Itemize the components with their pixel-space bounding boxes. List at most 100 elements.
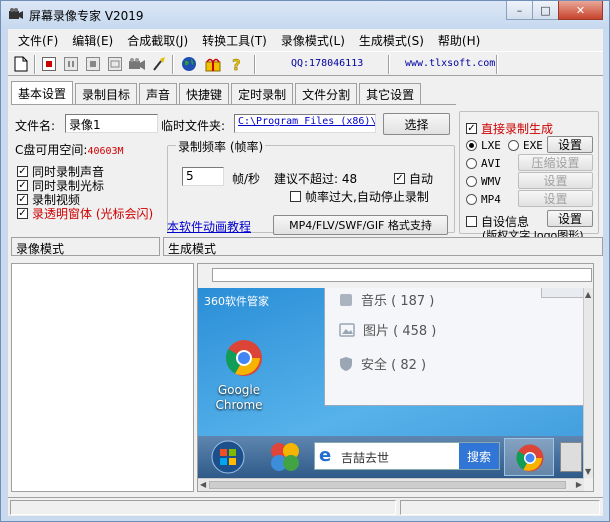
- format-exe-radio[interactable]: EXE: [508, 139, 543, 152]
- scroll-up-icon[interactable]: ▲: [585, 290, 591, 299]
- custom-info-settings-button[interactable]: 设置: [547, 210, 593, 227]
- scroll-left-icon[interactable]: ◀: [200, 480, 206, 489]
- scroll-down-icon[interactable]: ▼: [585, 467, 591, 476]
- minimize-button[interactable]: –: [506, 1, 533, 20]
- shield-icon: [340, 356, 352, 371]
- gen-mode-bar[interactable]: 生成模式: [163, 237, 603, 256]
- menu-compose[interactable]: 合成截取(J): [120, 29, 195, 49]
- menu-edit[interactable]: 编辑(E): [65, 29, 120, 49]
- help-icon[interactable]: ?: [228, 55, 246, 73]
- maximize-button[interactable]: □: [532, 1, 559, 20]
- radio-circle[interactable]: [466, 158, 477, 169]
- horizontal-scroll-thumb[interactable]: [209, 481, 566, 489]
- close-button[interactable]: ✕: [558, 1, 603, 20]
- menu-help[interactable]: 帮助(H): [431, 29, 487, 49]
- pause-icon[interactable]: [62, 55, 80, 73]
- tab-file-split[interactable]: 文件分割: [295, 83, 358, 104]
- security-label: 安全 ( 82 ): [361, 358, 427, 373]
- mp4-settings-button[interactable]: 设置: [518, 190, 593, 207]
- status-cell-secondary: [400, 500, 600, 515]
- gift-icon[interactable]: [204, 55, 222, 73]
- record-transparent-checkbox[interactable]: ✓ 录透明窗体 (光标会闪): [17, 205, 153, 222]
- tab-basic[interactable]: 基本设置: [11, 81, 74, 104]
- tutorial-link[interactable]: 本软件动画教程: [167, 218, 251, 235]
- tab-hotkeys[interactable]: 快捷键: [179, 83, 230, 104]
- auto-stop-checkbox[interactable]: 帧率过大,自动停止录制: [290, 188, 429, 205]
- fps-input[interactable]: 5: [182, 167, 224, 186]
- record-icon[interactable]: [40, 55, 58, 73]
- picture-icon: [339, 322, 355, 337]
- radio-circle[interactable]: [466, 140, 477, 151]
- filename-input[interactable]: 录像1: [65, 114, 158, 133]
- tab-schedule[interactable]: 定时录制: [231, 83, 294, 104]
- format-lxe-radio[interactable]: LXE: [466, 139, 501, 152]
- settings-tabs: 基本设置 录制目标 声音 快捷键 定时录制 文件分割 其它设置: [11, 81, 423, 104]
- explorer-window: 音乐 ( 187 ) 图片 ( 458 ) 安全 ( 82 ): [324, 288, 584, 406]
- menu-file[interactable]: 文件(F): [11, 29, 65, 49]
- scroll-right-icon[interactable]: ▶: [576, 480, 582, 489]
- format-wmv-label: WMV: [481, 175, 501, 188]
- music-label: 音乐 ( 187 ): [361, 294, 435, 309]
- tempdir-input[interactable]: C:\Program Files (x86)\: [234, 114, 376, 133]
- start-orb-icon: [211, 440, 245, 474]
- toolbar: ? QQ:178046113 www.tlxsoft.com: [8, 51, 603, 76]
- fps-group-title: 录制频率 (帧率): [176, 138, 266, 155]
- record-mode-bar[interactable]: 录像模式: [11, 237, 160, 256]
- filename-label: 文件名:: [15, 119, 56, 133]
- pictures-label: 图片 ( 458 ): [363, 324, 437, 339]
- window-title: 屏幕录像专家 V2019: [29, 9, 144, 23]
- client-area: 文件(F) 编辑(E) 合成截取(J) 转换工具(T) 录像模式(L) 生成模式…: [8, 29, 603, 516]
- globe-icon[interactable]: [180, 55, 198, 73]
- music-icon: [340, 293, 352, 306]
- menu-convert[interactable]: 转换工具(T): [195, 29, 274, 49]
- wmv-settings-button[interactable]: 设置: [518, 172, 593, 189]
- preview-horizontal-scrollbar[interactable]: ◀ ▶: [198, 478, 584, 491]
- disk-space-caption: C盘可用空间:: [15, 143, 88, 157]
- chrome-taskbar-icon: [516, 444, 544, 472]
- svg-text:?: ?: [232, 56, 241, 72]
- checkbox-box[interactable]: [290, 191, 301, 202]
- new-file-icon[interactable]: [12, 55, 30, 73]
- checkbox-box[interactable]: ✓: [17, 194, 28, 205]
- checkbox-box[interactable]: ✓: [17, 166, 28, 177]
- play-icon[interactable]: [106, 55, 124, 73]
- radio-circle[interactable]: [508, 140, 519, 151]
- fps-max-hint: 建议不超过: 48: [274, 172, 358, 186]
- checkbox-box[interactable]: ✓: [17, 180, 28, 191]
- tab-sound[interactable]: 声音: [139, 83, 178, 104]
- preview-vertical-scrollbar[interactable]: ▲ ▼: [583, 288, 593, 478]
- format-support-button[interactable]: MP4/FLV/SWF/GIF 格式支持: [273, 215, 448, 235]
- checkbox-box[interactable]: [466, 216, 477, 227]
- app-camera-icon: [9, 8, 23, 19]
- compress-settings-button[interactable]: 压缩设置: [518, 154, 593, 171]
- lxe-settings-button[interactable]: 设置: [547, 136, 593, 153]
- radio-circle[interactable]: [466, 176, 477, 187]
- format-mp4-radio[interactable]: MP4: [466, 193, 501, 206]
- website-link[interactable]: www.tlxsoft.com: [405, 58, 495, 69]
- select-dir-button[interactable]: 选择: [383, 113, 450, 135]
- status-bar: [8, 497, 603, 516]
- direct-record-checkbox[interactable]: ✓ 直接录制生成: [466, 120, 553, 137]
- radio-circle[interactable]: [466, 194, 477, 205]
- checkbox-box[interactable]: ✓: [394, 173, 405, 184]
- auto-fps-checkbox[interactable]: ✓ 自动: [394, 170, 433, 187]
- format-lxe-label: LXE: [481, 139, 501, 152]
- status-cell-main: [10, 500, 396, 515]
- menu-record-mode[interactable]: 录像模式(L): [274, 29, 352, 49]
- checkbox-box[interactable]: ✓: [17, 208, 28, 219]
- disk-space-value: 40603M: [87, 146, 124, 157]
- tab-record-target[interactable]: 录制目标: [75, 83, 138, 104]
- menu-gen-mode[interactable]: 生成模式(S): [352, 29, 431, 49]
- format-wmv-radio[interactable]: WMV: [466, 175, 501, 188]
- checkbox-box[interactable]: ✓: [466, 123, 477, 134]
- chrome-icon: [225, 340, 262, 376]
- brush-icon[interactable]: [150, 55, 168, 73]
- camera-icon[interactable]: [128, 55, 146, 73]
- stop-icon[interactable]: [84, 55, 102, 73]
- format-avi-radio[interactable]: AVI: [466, 157, 501, 170]
- preview-pane: 360软件管家 音乐 ( 187 ) 图片 ( 458 ) 安全 ( 82 ): [197, 263, 594, 492]
- tempdir-label: 临时文件夹:: [161, 119, 226, 133]
- record-transparent-label: 录透明窗体 (光标会闪): [32, 207, 154, 221]
- tab-other[interactable]: 其它设置: [359, 83, 422, 104]
- chrome-taskbar-button: [504, 438, 554, 476]
